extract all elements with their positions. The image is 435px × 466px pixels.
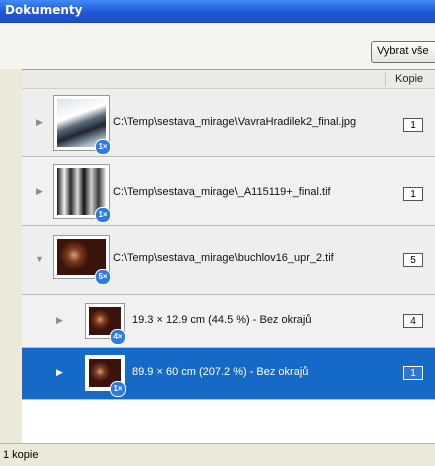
copy-badge: 1×	[95, 139, 111, 155]
file-path: C:\Temp\sestava_mirage\buchlov16_upr_2.t…	[113, 252, 334, 264]
window-title: Dokumenty	[5, 3, 83, 17]
copies-count[interactable]: 1	[403, 187, 423, 201]
status-text: 1 kopie	[3, 449, 39, 461]
copy-badge: 1×	[110, 381, 126, 397]
print-size-row[interactable]: ▶ 4× 19.3 × 12.9 cm (44.5 %) - Bez okraj…	[22, 295, 435, 348]
print-size-row-selected[interactable]: ▶ 1× 89.9 × 60 cm (207.2 %) - Bez okrajů…	[22, 348, 435, 400]
document-row[interactable]: ▼ 5× C:\Temp\sestava_mirage\buchlov16_up…	[22, 226, 435, 295]
window-titlebar: Dokumenty	[0, 0, 435, 23]
list-header: Kopie	[22, 70, 435, 89]
copies-count[interactable]: 4	[403, 314, 423, 328]
select-all-button[interactable]: Vybrat vše	[371, 41, 435, 63]
copy-badge: 4×	[110, 329, 126, 345]
copies-count[interactable]: 1	[403, 118, 423, 132]
expand-arrow-icon[interactable]: ▶	[36, 117, 43, 128]
copies-count[interactable]: 5	[403, 253, 423, 267]
status-bar: 1 kopie	[0, 443, 435, 466]
copy-badge: 5×	[95, 269, 111, 285]
toolbar: Vybrat vše	[0, 23, 435, 69]
document-list: Kopie ▶ 1× C:\Temp\sestava_mirage\VavraH…	[22, 69, 435, 444]
column-separator[interactable]	[385, 72, 386, 86]
copies-count[interactable]: 1	[403, 366, 423, 380]
column-header-kopie[interactable]: Kopie	[395, 73, 423, 85]
expanded-arrow-icon[interactable]: ▼	[35, 254, 44, 264]
file-path: C:\Temp\sestava_mirage\_A115119+_final.t…	[113, 186, 331, 198]
print-size-label: 19.3 × 12.9 cm (44.5 %) - Bez okrajů	[132, 314, 312, 326]
print-size-label: 89.9 × 60 cm (207.2 %) - Bez okrajů	[132, 366, 309, 378]
document-row[interactable]: ▶ 1× C:\Temp\sestava_mirage\_A115119+_fi…	[22, 157, 435, 226]
document-row[interactable]: ▶ 1× C:\Temp\sestava_mirage\VavraHradile…	[22, 89, 435, 157]
file-path: C:\Temp\sestava_mirage\VavraHradilek2_fi…	[113, 116, 357, 128]
expand-arrow-icon[interactable]: ▶	[36, 186, 43, 197]
copy-badge: 1×	[95, 207, 111, 223]
expand-arrow-icon[interactable]: ▶	[56, 367, 63, 378]
expand-arrow-icon[interactable]: ▶	[56, 315, 63, 326]
